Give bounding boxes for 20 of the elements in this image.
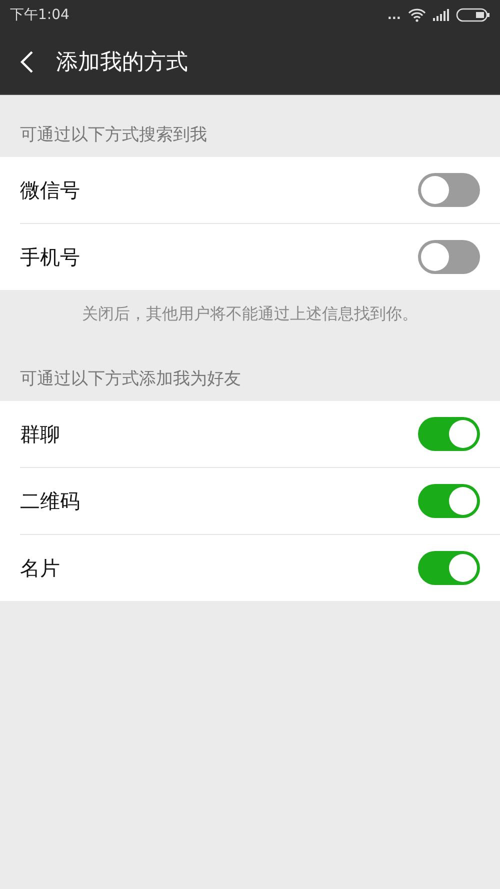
toggle-switch[interactable] [418, 551, 480, 585]
wifi-icon [408, 8, 426, 22]
signal-icon [433, 9, 449, 21]
setting-label: 名片 [20, 554, 60, 582]
section-label: 可通过以下方式搜索到我 [19, 124, 208, 147]
setting-label: 群聊 [20, 420, 60, 448]
back-button[interactable] [20, 50, 34, 74]
battery-icon [456, 8, 490, 22]
more-dots: ... [387, 9, 401, 21]
section-label: 可通过以下方式添加我为好友 [19, 368, 242, 391]
setting-label: 二维码 [20, 488, 80, 514]
toggle-switch[interactable] [418, 484, 480, 518]
toggle-switch[interactable] [418, 240, 480, 274]
setting-label: 微信号 [20, 176, 80, 204]
toggle-switch[interactable] [418, 417, 480, 451]
page-title: 添加我的方式 [56, 49, 188, 77]
setting-label: 手机号 [20, 244, 80, 270]
toggle-switch[interactable] [418, 173, 480, 207]
hint-text: 关闭后，其他用户将不能通过上述信息找到你。 [81, 303, 419, 325]
status-time: 下午1:04 [10, 6, 70, 24]
